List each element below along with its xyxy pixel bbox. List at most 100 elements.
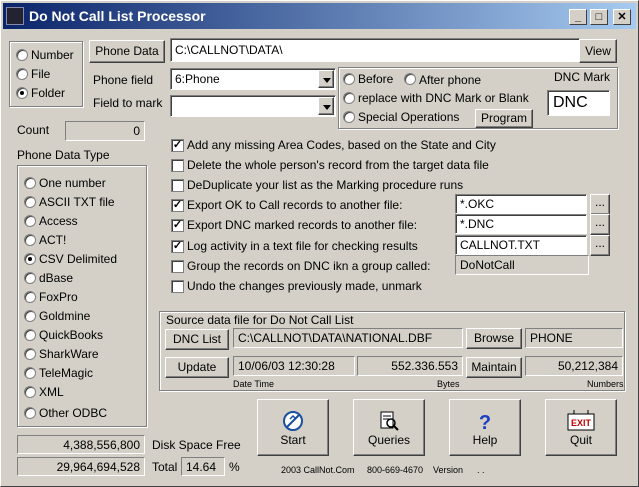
radio-before-label: Before	[358, 72, 394, 86]
exit-sign-text: EXIT	[571, 418, 592, 428]
option-label: Delete the whole person's record from th…	[187, 158, 489, 172]
option-checkbox[interactable]: ✓	[171, 219, 184, 232]
radio-dbase-label: dBase	[39, 271, 74, 285]
option-label: DeDuplicate your list as the Marking pro…	[187, 178, 464, 192]
close-button[interactable]: ✕	[613, 9, 631, 25]
maximize-button[interactable]: □	[590, 9, 608, 25]
option-checkbox[interactable]	[171, 260, 184, 273]
radio-file-label: File	[31, 67, 51, 81]
field-to-mark-label: Field to mark	[93, 96, 163, 110]
option-label: Add any missing Area Codes, based on the…	[187, 138, 496, 152]
title-bar[interactable]: Do Not Call List Processor _ □ ✕	[3, 3, 636, 29]
disk-total-value: 29,964,694,528	[17, 457, 145, 476]
option-checkbox[interactable]	[171, 179, 184, 192]
disk-percent-value: 14.64	[181, 457, 225, 476]
app-icon	[6, 7, 24, 25]
chevron-down-icon[interactable]	[318, 70, 334, 88]
update-button[interactable]: Update	[165, 357, 229, 378]
radio-folder[interactable]	[16, 87, 28, 99]
option-value-field[interactable]: DoNotCall	[455, 255, 589, 275]
radio-replace[interactable]	[343, 92, 355, 104]
radio-file[interactable]	[16, 68, 28, 80]
radio-csv-delimited-label: CSV Delimited	[39, 252, 118, 266]
phone-field-select[interactable]: 6:Phone	[170, 68, 336, 90]
radio-sharkware[interactable]	[24, 348, 36, 360]
option-value-field[interactable]: *.DNC	[455, 214, 587, 234]
radio-goldmine[interactable]	[24, 310, 36, 322]
svg-text:?: ?	[479, 412, 491, 432]
help-button[interactable]: ? Help	[449, 399, 521, 456]
radio-one-number-label: One number	[39, 176, 106, 190]
footer-phone: 800-669-4670	[367, 465, 424, 475]
radio-one-number[interactable]	[24, 177, 36, 189]
magnifier-document-icon	[380, 411, 399, 431]
radio-special-operations[interactable]	[343, 111, 355, 123]
option-value-field[interactable]: CALLNOT.TXT	[455, 235, 587, 255]
radio-dbase[interactable]	[24, 272, 36, 284]
radio-sharkware-label: SharkWare	[39, 347, 99, 361]
view-button[interactable]: View	[579, 39, 617, 63]
browse-ellipsis-button[interactable]: ...	[590, 235, 610, 256]
radio-ascii-txt-file[interactable]	[24, 196, 36, 208]
radio-before[interactable]	[343, 73, 355, 85]
option-checkbox[interactable]: ✓	[171, 240, 184, 253]
option-checkbox[interactable]	[171, 280, 184, 293]
radio-special-operations-label: Special Operations	[358, 110, 460, 124]
chevron-down-icon[interactable]	[318, 97, 334, 115]
count-value: 0	[65, 121, 145, 141]
minimize-button[interactable]: _	[569, 9, 587, 25]
queries-button[interactable]: Queries	[353, 399, 425, 456]
radio-goldmine-label: Goldmine	[39, 309, 91, 323]
dnc-mark-input[interactable]: DNC	[547, 90, 610, 116]
disk-free-value: 4,388,556,800	[17, 435, 145, 454]
count-label: Count	[17, 123, 50, 137]
radio-act-label: ACT!	[39, 233, 67, 247]
dnc-list-button[interactable]: DNC List	[165, 329, 229, 350]
radio-after-phone-label: After phone	[419, 73, 482, 87]
main-window: Do Not Call List Processor _ □ ✕ Number …	[0, 0, 639, 487]
bytes-field: 552.336.553	[357, 356, 463, 376]
radio-telemagic[interactable]	[24, 367, 36, 379]
footer-version-label: Version	[433, 465, 464, 475]
radio-other-odbc[interactable]	[24, 407, 36, 419]
radio-number-label: Number	[31, 48, 74, 62]
radio-access-label: Access	[39, 214, 78, 228]
queries-label: Queries	[367, 433, 411, 447]
option-value-field[interactable]: *.OKC	[455, 194, 587, 214]
start-button[interactable]: Start	[257, 399, 329, 456]
question-mark-icon: ?	[479, 412, 491, 432]
option-checkbox[interactable]: ✓	[171, 139, 184, 152]
datetime-field: 10/06/03 12:30:28	[233, 356, 355, 376]
option-label: Log activity in a text file for checking…	[187, 239, 418, 253]
footer-copyright: 2003 CallNot.Com	[281, 465, 355, 475]
radio-foxpro[interactable]	[24, 291, 36, 303]
radio-xml[interactable]	[24, 386, 36, 398]
browse-ellipsis-button[interactable]: ...	[590, 194, 610, 215]
option-label: Export DNC marked records to another fil…	[187, 218, 418, 232]
field-to-mark-select[interactable]	[170, 95, 336, 117]
numbers-field: 50,212,384	[525, 356, 623, 376]
source-path-field: C:\CALLNOT\DATA\NATIONAL.DBF	[233, 328, 463, 348]
radio-quickbooks[interactable]	[24, 329, 36, 341]
footer-version: . .	[477, 465, 485, 475]
radio-csv-delimited[interactable]	[24, 253, 36, 265]
radio-access[interactable]	[24, 215, 36, 227]
bytes-label: Bytes	[437, 379, 460, 389]
phone-data-path-field[interactable]: C:\CALLNOT\DATA\	[170, 38, 580, 62]
phone-data-button[interactable]: Phone Data	[89, 40, 165, 63]
maintain-button[interactable]: Maintain	[466, 357, 522, 378]
option-label: Undo the changes previously made, unmark	[187, 279, 422, 293]
phone-field-label: Phone field	[93, 73, 154, 87]
browse-ellipsis-button[interactable]: ...	[590, 214, 610, 235]
program-button[interactable]: Program	[475, 109, 533, 128]
source-data-title: Source data file for Do Not Call List	[166, 313, 354, 327]
browse-button[interactable]: Browse	[466, 328, 522, 349]
option-label: Export OK to Call records to another fil…	[187, 198, 403, 212]
option-checkbox[interactable]: ✓	[171, 199, 184, 212]
radio-number[interactable]	[16, 49, 28, 61]
radio-telemagic-label: TeleMagic	[39, 366, 94, 380]
radio-after-phone[interactable]	[404, 73, 416, 85]
quit-button[interactable]: EXIT Quit	[545, 399, 617, 456]
radio-act[interactable]	[24, 234, 36, 246]
option-checkbox[interactable]	[171, 159, 184, 172]
